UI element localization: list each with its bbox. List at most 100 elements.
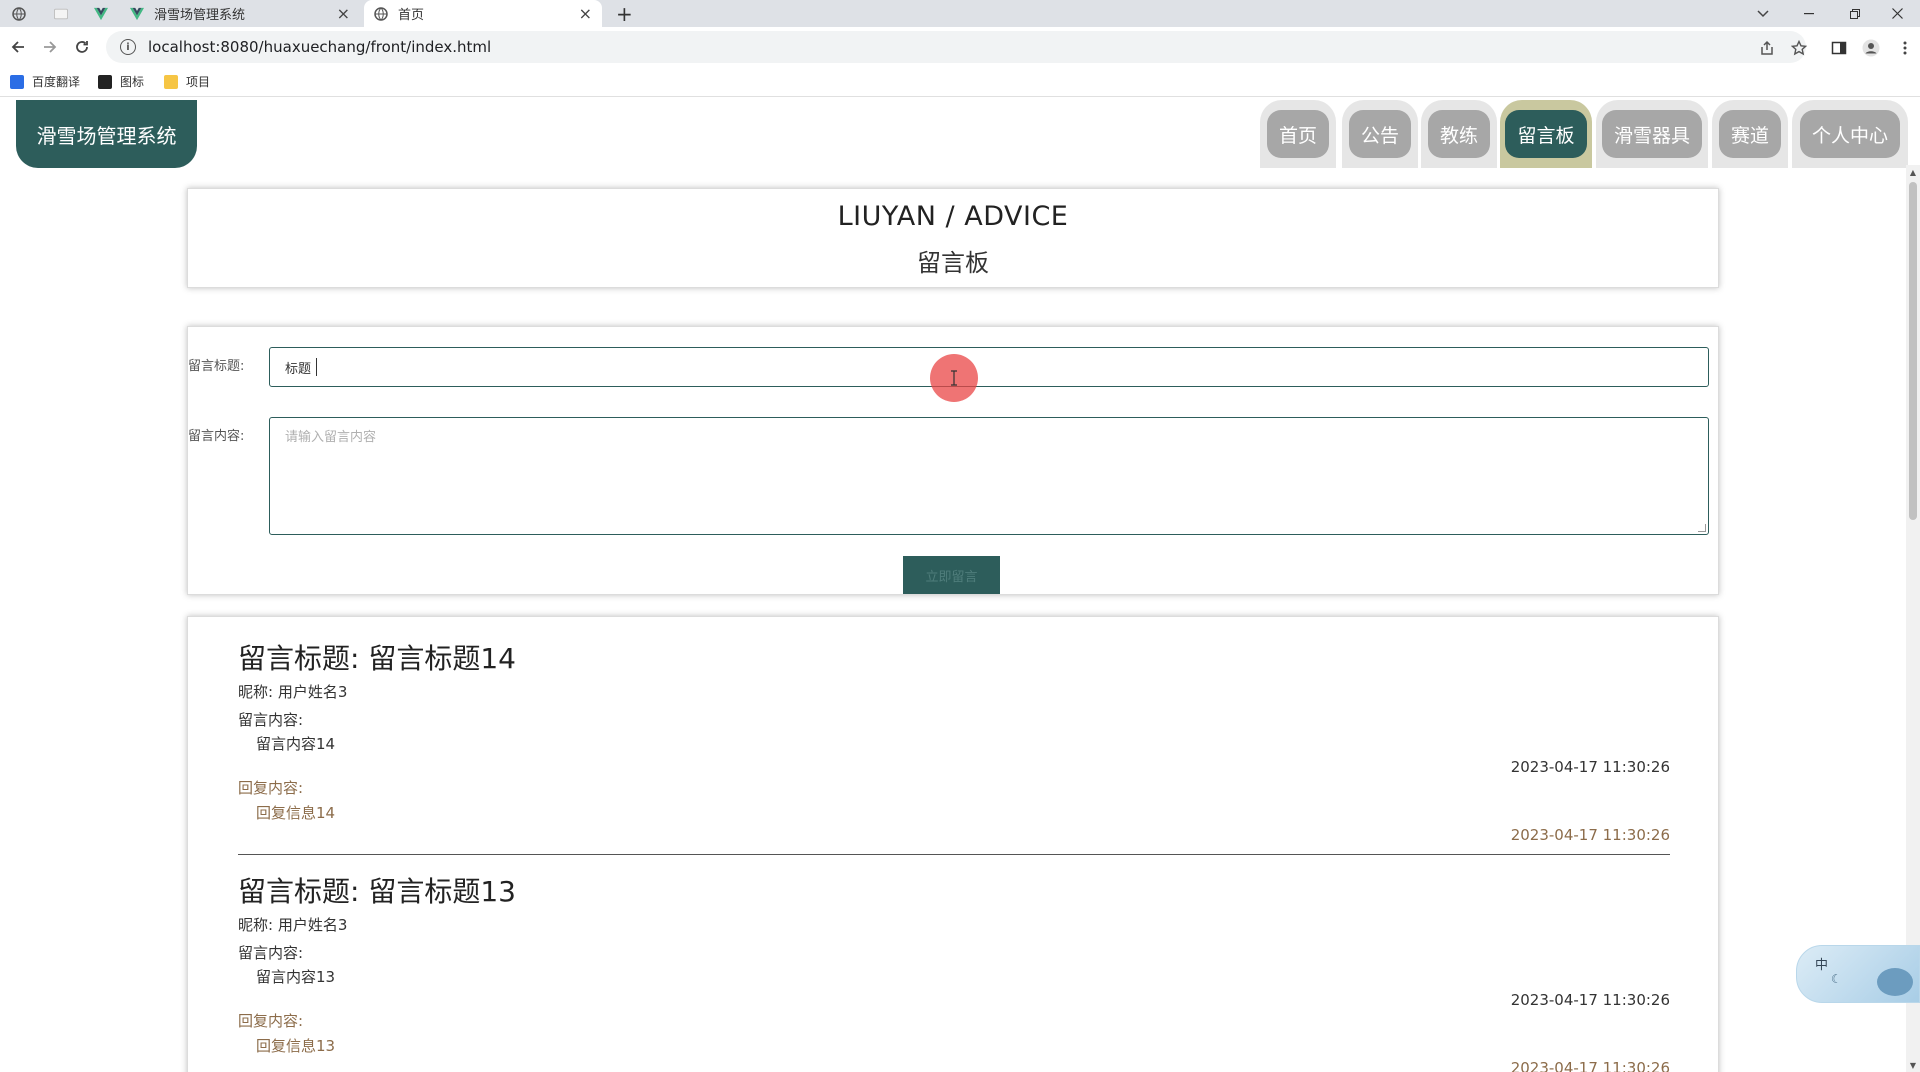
ime-floating-widget[interactable]: 中 ☾ <box>1796 945 1920 1003</box>
bookmark-label: 图标 <box>120 75 145 89</box>
minimize-icon[interactable] <box>1786 0 1832 27</box>
message-nickname: 昵称: 用户姓名3 <box>238 916 348 934</box>
content-placeholder: 请输入留言内容 <box>285 430 377 445</box>
reply-content: 回复信息14 <box>256 804 336 822</box>
bookmark-label: 百度翻译 <box>32 75 81 89</box>
text-cursor-icon <box>951 370 957 386</box>
globe-icon <box>374 6 388 21</box>
reply-time: 2023-04-17 11:30:26 <box>1510 1059 1670 1072</box>
globe-icon <box>12 6 26 21</box>
reload-icon[interactable] <box>70 35 94 59</box>
tab-search-chevron-icon[interactable] <box>1740 0 1786 27</box>
omnibox[interactable]: i localhost:8080/huaxuechang/front/index… <box>106 31 1806 63</box>
message-content-label: 留言内容: <box>238 711 304 729</box>
menu-kebab-icon[interactable] <box>1894 37 1916 59</box>
resize-handle-icon[interactable] <box>1698 524 1706 532</box>
nav-coaches[interactable]: 教练 <box>1421 100 1497 168</box>
page-viewport: 滑雪场管理系统 首页 公告 教练 留言板 滑雪器具 赛道 个人中心 LIUYAN… <box>0 98 1920 1072</box>
close-icon[interactable]: × <box>579 4 592 23</box>
image-bookmark-icon <box>98 74 112 89</box>
title-input[interactable]: 标题 <box>269 347 1709 387</box>
blank-page-icon <box>54 7 68 21</box>
scroll-up-icon[interactable]: ▲ <box>1906 165 1920 179</box>
tab-title: 滑雪场管理系统 <box>154 8 246 23</box>
message-title: 留言标题: 留言标题13 <box>238 875 516 908</box>
message-nickname: 昵称: 用户姓名3 <box>238 683 348 701</box>
page-title-en: LIUYAN / ADVICE <box>837 201 1069 232</box>
nav-label: 赛道 <box>1718 110 1781 158</box>
ime-language-label: 中 <box>1815 958 1829 973</box>
address-toolbar: i localhost:8080/huaxuechang/front/index… <box>0 27 1920 67</box>
message-list-card: 留言标题: 留言标题14 昵称: 用户姓名3 留言内容: 留言内容14 2023… <box>187 616 1719 1072</box>
baidu-translate-icon <box>10 74 24 89</box>
forward-arrow-icon[interactable] <box>38 35 62 59</box>
site-info-icon[interactable]: i <box>120 39 136 55</box>
restore-icon[interactable] <box>1832 0 1878 27</box>
list-item: 留言标题: 留言标题13 昵称: 用户姓名3 留言内容: 留言内容13 2023… <box>238 870 1670 1072</box>
browser-tab-pinned-1[interactable] <box>12 0 36 27</box>
page-scrollbar[interactable]: ▲ ▼ <box>1906 165 1920 1072</box>
message-time: 2023-04-17 11:30:26 <box>1510 991 1670 1009</box>
content-textarea[interactable]: 请输入留言内容 <box>269 417 1709 535</box>
bookmark-star-icon[interactable] <box>1788 37 1810 59</box>
browser-tab-admin[interactable]: 滑雪场管理系统 × <box>130 0 360 27</box>
list-item: 留言标题: 留言标题14 昵称: 用户姓名3 留言内容: 留言内容14 2023… <box>238 637 1670 857</box>
nav-label: 教练 <box>1427 110 1490 158</box>
browser-tab-bar: 滑雪场管理系统 × 首页 × + <box>0 0 1920 27</box>
browser-tab-home[interactable]: 首页 × <box>364 0 602 27</box>
nav-ski-equipment[interactable]: 滑雪器具 <box>1596 100 1708 168</box>
scroll-down-icon[interactable]: ▼ <box>1906 1058 1920 1072</box>
nav-home[interactable]: 首页 <box>1260 100 1336 168</box>
nav-announcements[interactable]: 公告 <box>1342 100 1418 168</box>
bookmark-baidu-translate[interactable]: 百度翻译 <box>10 73 80 90</box>
new-tab-button[interactable]: + <box>616 0 636 27</box>
close-icon[interactable]: × <box>337 4 350 23</box>
submit-message-button[interactable]: 立即留言 <box>903 556 1000 594</box>
reply-content: 回复信息13 <box>256 1037 336 1055</box>
bookmark-icons[interactable]: 图标 <box>98 73 144 90</box>
content-field-label: 留言内容: <box>188 429 245 444</box>
message-title: 留言标题: 留言标题14 <box>238 642 516 675</box>
message-time: 2023-04-17 11:30:26 <box>1510 758 1670 776</box>
bookmark-label: 项目 <box>186 75 211 89</box>
url-text: localhost:8080/huaxuechang/front/index.h… <box>148 38 492 56</box>
side-panel-icon[interactable] <box>1828 37 1850 59</box>
cursor-highlight <box>930 354 978 402</box>
share-icon[interactable] <box>1756 37 1778 59</box>
bookmark-projects[interactable]: 项目 <box>164 73 210 90</box>
reply-label: 回复内容: <box>238 779 304 797</box>
folder-icon <box>164 74 178 89</box>
page-header-card: LIUYAN / ADVICE 留言板 <box>187 188 1719 288</box>
profile-avatar-icon[interactable] <box>1860 37 1882 59</box>
scroll-thumb[interactable] <box>1909 182 1917 520</box>
message-divider <box>238 854 1670 855</box>
moon-icon: ☾ <box>1831 972 1842 986</box>
title-field-label: 留言标题: <box>188 359 245 374</box>
nav-user-center[interactable]: 个人中心 <box>1792 100 1908 168</box>
close-window-icon[interactable] <box>1874 0 1920 27</box>
message-content: 留言内容14 <box>256 735 336 753</box>
bookmarks-bar: 百度翻译 图标 项目 <box>0 67 1920 97</box>
text-caret <box>316 358 318 376</box>
ime-mascot-icon <box>1877 968 1913 996</box>
browser-tab-pinned-2[interactable] <box>54 0 78 27</box>
vue-logo-icon <box>94 7 108 21</box>
nav-label: 滑雪器具 <box>1601 110 1702 158</box>
message-content-label: 留言内容: <box>238 944 304 962</box>
nav-label: 个人中心 <box>1799 110 1900 158</box>
nav-label: 留言板 <box>1505 110 1587 158</box>
page-title-cn: 留言板 <box>917 249 989 277</box>
message-content: 留言内容13 <box>256 968 336 986</box>
nav-message-board[interactable]: 留言板 <box>1500 100 1592 168</box>
back-arrow-icon[interactable] <box>6 35 30 59</box>
title-input-value: 标题 <box>285 361 312 377</box>
site-logo[interactable]: 滑雪场管理系统 <box>16 100 197 168</box>
vue-logo-icon <box>130 7 144 21</box>
reply-time: 2023-04-17 11:30:26 <box>1510 826 1670 844</box>
reply-label: 回复内容: <box>238 1012 304 1030</box>
tab-title: 首页 <box>398 8 425 23</box>
nav-tracks[interactable]: 赛道 <box>1712 100 1788 168</box>
nav-label: 首页 <box>1266 110 1329 158</box>
nav-label: 公告 <box>1348 110 1411 158</box>
browser-tab-pinned-3[interactable] <box>94 0 118 27</box>
